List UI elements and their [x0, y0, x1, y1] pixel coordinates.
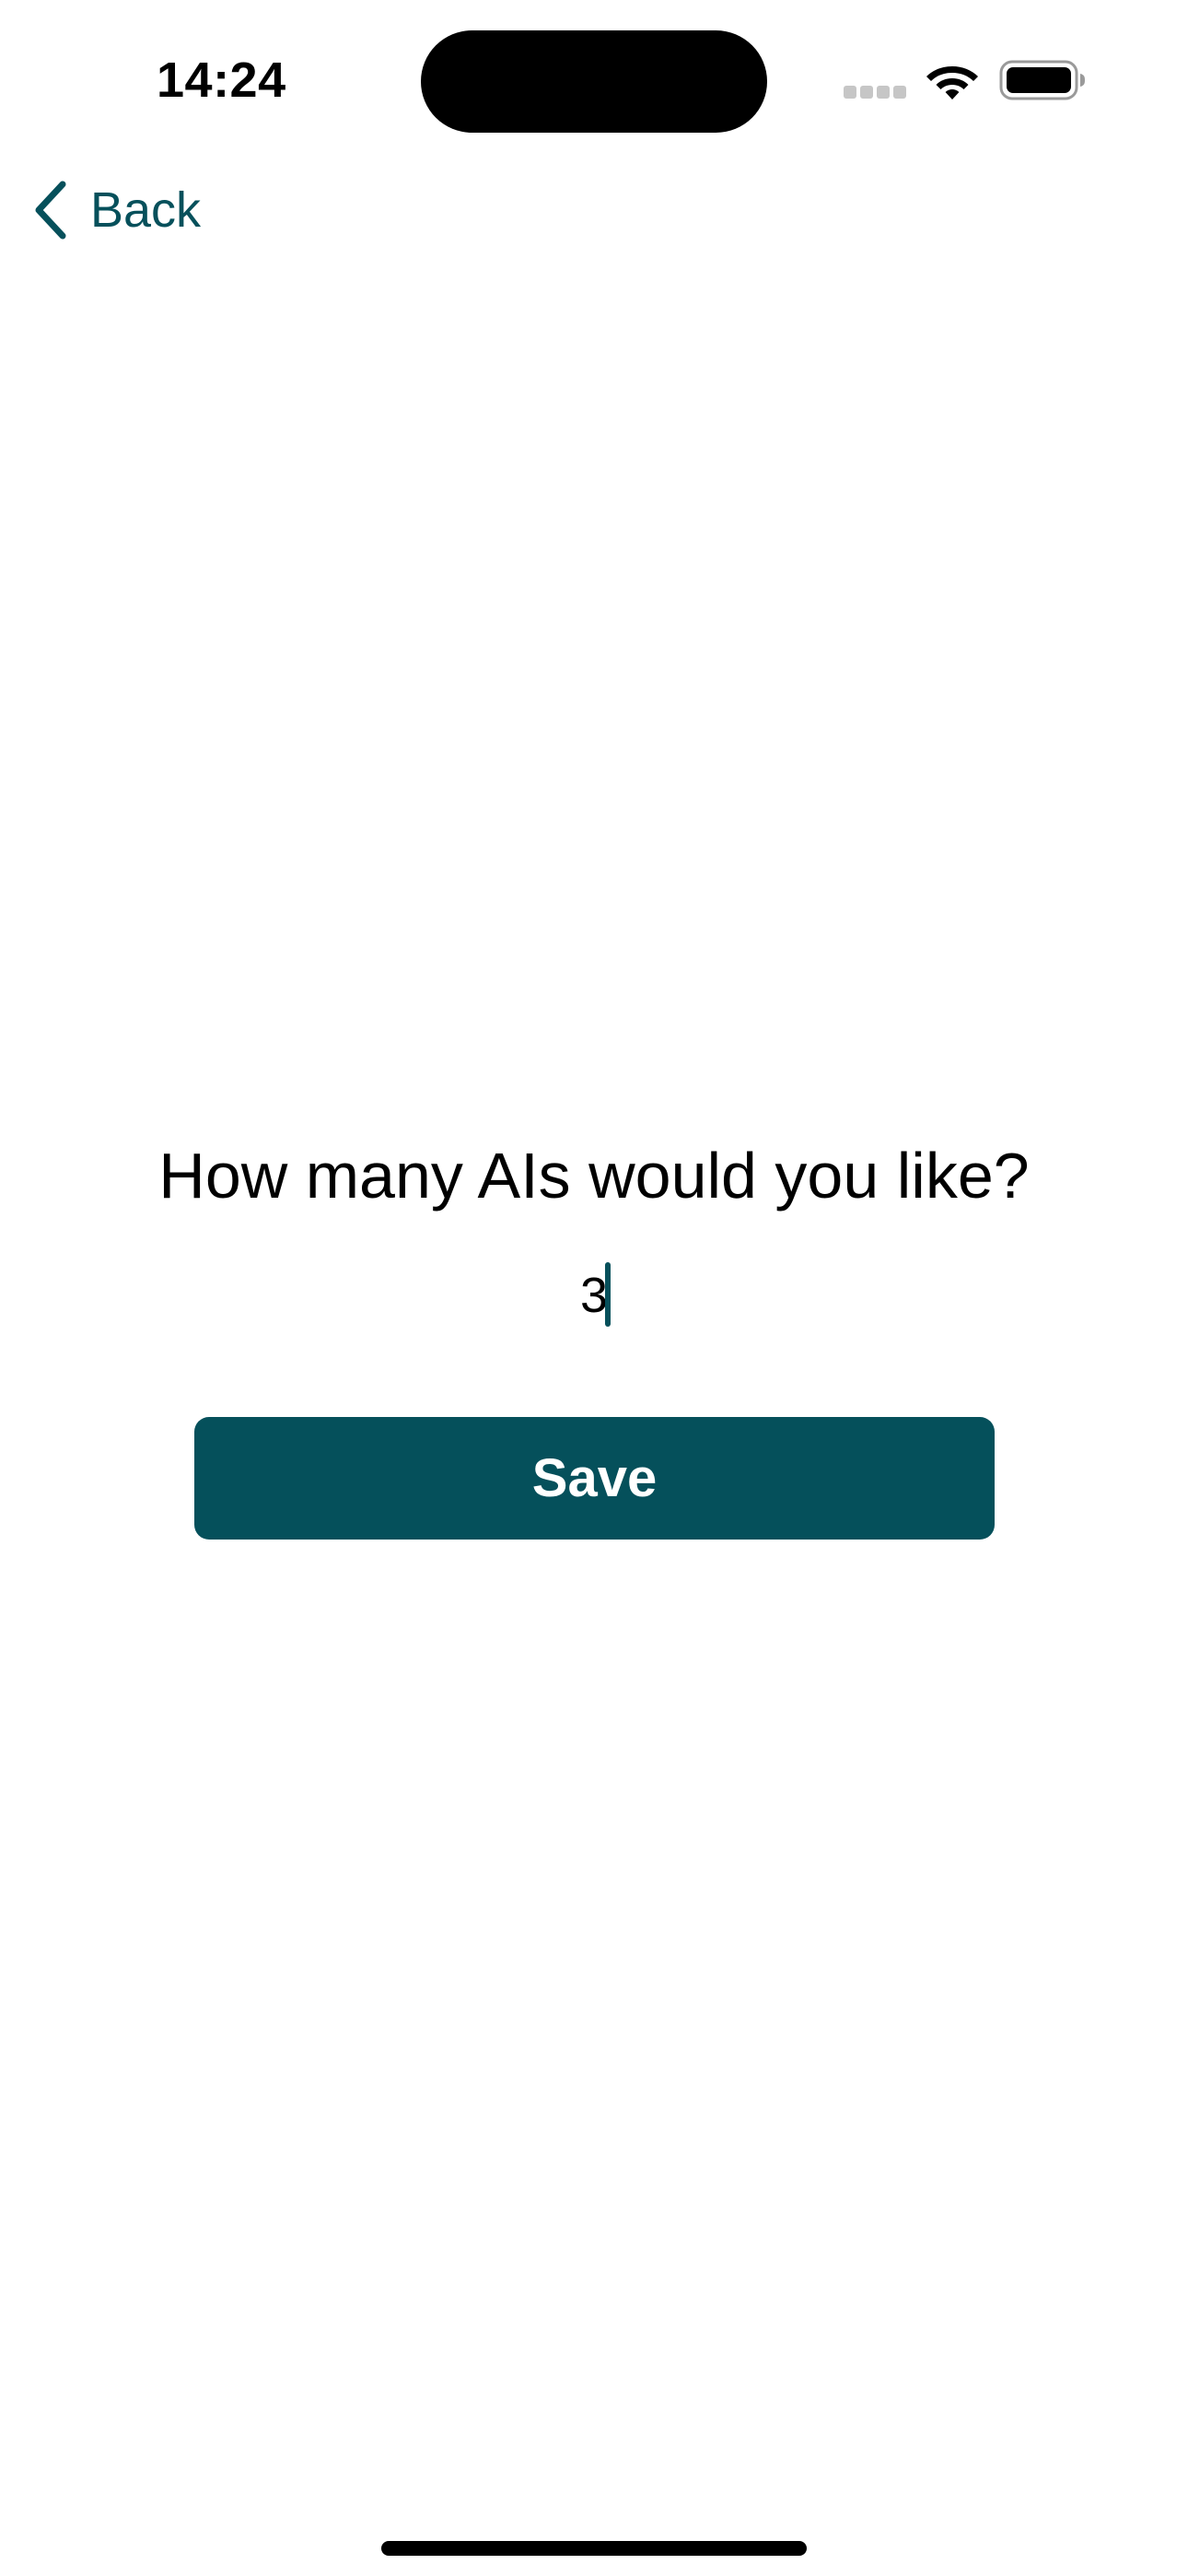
status-time: 14:24: [157, 53, 286, 108]
home-indicator[interactable]: [381, 2541, 807, 2556]
text-cursor: [605, 1262, 611, 1327]
battery-icon: [999, 60, 1085, 100]
ai-count-input[interactable]: [359, 1260, 829, 1330]
chevron-left-icon: [35, 181, 66, 240]
back-button[interactable]: Back: [31, 175, 201, 245]
question-label: How many AIs would you like?: [158, 1140, 1030, 1212]
dynamic-island: [421, 30, 767, 133]
wifi-icon: [926, 66, 978, 100]
cellular-signal-icon: [844, 86, 906, 99]
save-button[interactable]: Save: [194, 1417, 995, 1540]
back-label: Back: [90, 182, 202, 238]
